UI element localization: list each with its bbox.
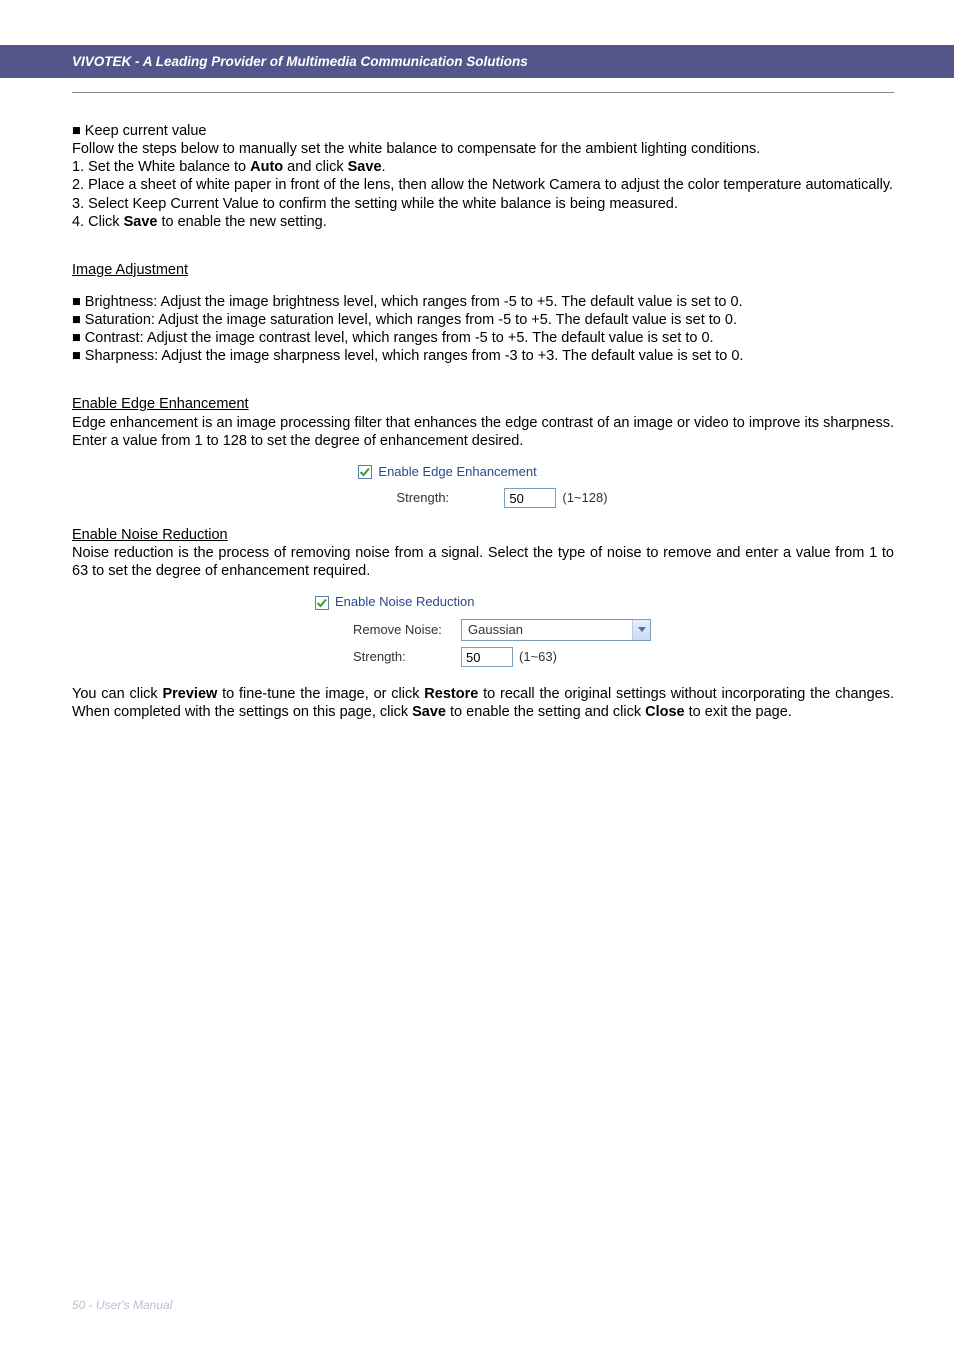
keep-current-bullet: ■ Keep current value bbox=[72, 122, 894, 140]
page-footer: 50 - User's Manual bbox=[72, 1298, 172, 1312]
noise-remove-label: Remove Noise: bbox=[353, 622, 461, 638]
step4-post: to enable the new setting. bbox=[157, 214, 326, 230]
closing-post: to exit the page. bbox=[685, 704, 792, 720]
check-icon bbox=[359, 466, 371, 478]
edge-checkbox-row: Enable Edge Enhancement bbox=[358, 464, 607, 480]
noise-reduction-desc: Noise reduction is the process of removi… bbox=[72, 544, 894, 580]
noise-strength-row: Strength: 50 (1~63) bbox=[315, 647, 651, 667]
closing-preview: Preview bbox=[162, 686, 217, 702]
check-icon bbox=[316, 597, 328, 609]
step1-pre: 1. Set the White balance to bbox=[72, 159, 250, 175]
edge-checkbox-label: Enable Edge Enhancement bbox=[378, 464, 536, 480]
step-4: 4. Click Save to enable the new setting. bbox=[72, 213, 894, 231]
edge-enhancement-heading: Enable Edge Enhancement bbox=[72, 395, 894, 413]
closing-paragraph: You can click Preview to fine-tune the i… bbox=[72, 685, 894, 721]
chevron-down-icon bbox=[632, 620, 650, 640]
image-adjustment-heading: Image Adjustment bbox=[72, 261, 894, 279]
noise-checkbox-row: Enable Noise Reduction bbox=[315, 594, 651, 610]
step1-post: . bbox=[382, 159, 386, 175]
edge-enhancement-desc: Edge enhancement is an image processing … bbox=[72, 414, 894, 450]
edge-strength-label: Strength: bbox=[396, 490, 504, 506]
brightness-para: ■ Brightness: Adjust the image brightnes… bbox=[72, 293, 894, 311]
step-3: 3. Select Keep Current Value to confirm … bbox=[72, 195, 894, 213]
noise-remove-row: Remove Noise: Gaussian bbox=[315, 619, 651, 641]
edge-strength-input[interactable]: 50 bbox=[504, 488, 556, 508]
noise-checkbox-label: Enable Noise Reduction bbox=[335, 594, 474, 610]
closing-mid1: to fine-tune the image, or click bbox=[217, 686, 424, 702]
closing-mid3: to enable the setting and click bbox=[446, 704, 645, 720]
edge-strength-range: (1~128) bbox=[562, 490, 607, 506]
sharpness-para: ■ Sharpness: Adjust the image sharpness … bbox=[72, 347, 894, 365]
header-divider bbox=[72, 92, 894, 93]
step4-pre: 4. Click bbox=[72, 214, 124, 230]
contrast-para: ■ Contrast: Adjust the image contrast le… bbox=[72, 329, 894, 347]
noise-type-select[interactable]: Gaussian bbox=[461, 619, 651, 641]
header-title: VIVOTEK - A Leading Provider of Multimed… bbox=[72, 54, 528, 69]
step-2: 2. Place a sheet of white paper in front… bbox=[72, 176, 894, 194]
page-content: ■ Keep current value Follow the steps be… bbox=[72, 122, 894, 721]
noise-type-value: Gaussian bbox=[468, 622, 523, 638]
edge-enhancement-form: Enable Edge Enhancement Strength: 50 (1~… bbox=[72, 460, 894, 512]
noise-enable-checkbox[interactable] bbox=[315, 596, 329, 610]
closing-restore: Restore bbox=[424, 686, 478, 702]
noise-strength-input[interactable]: 50 bbox=[461, 647, 513, 667]
closing-close: Close bbox=[645, 704, 685, 720]
closing-save: Save bbox=[412, 704, 446, 720]
step1-mid: and click bbox=[283, 159, 347, 175]
keep-current-intro: Follow the steps below to manually set t… bbox=[72, 140, 894, 158]
noise-strength-label: Strength: bbox=[353, 649, 461, 665]
step-1: 1. Set the White balance to Auto and cli… bbox=[72, 158, 894, 176]
step4-save: Save bbox=[124, 214, 158, 230]
noise-reduction-heading: Enable Noise Reduction bbox=[72, 526, 894, 544]
page-header: VIVOTEK - A Leading Provider of Multimed… bbox=[0, 45, 954, 78]
noise-reduction-form: Enable Noise Reduction Remove Noise: Gau… bbox=[72, 590, 894, 670]
step1-save: Save bbox=[348, 159, 382, 175]
step1-auto: Auto bbox=[250, 159, 283, 175]
edge-strength-row: Strength: 50 (1~128) bbox=[358, 488, 607, 508]
closing-pre1: You can click bbox=[72, 686, 162, 702]
noise-strength-range: (1~63) bbox=[519, 649, 557, 665]
edge-enable-checkbox[interactable] bbox=[358, 465, 372, 479]
saturation-para: ■ Saturation: Adjust the image saturatio… bbox=[72, 311, 894, 329]
